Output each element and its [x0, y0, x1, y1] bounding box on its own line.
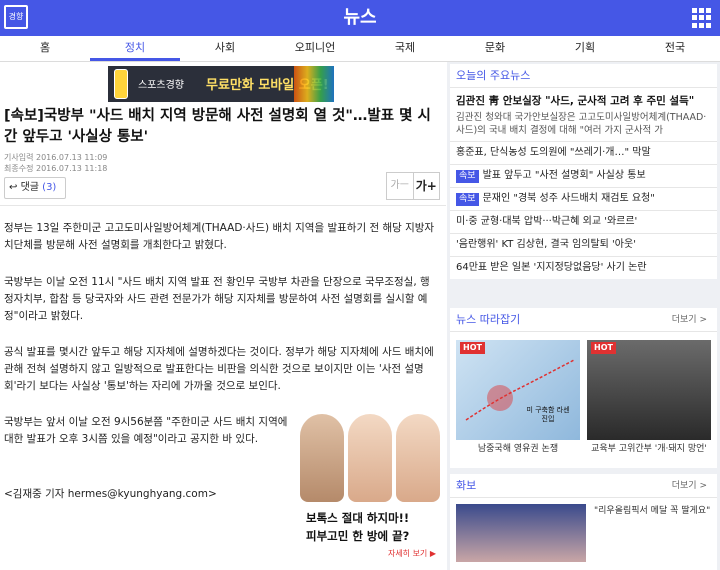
comment-count: (3) — [42, 182, 57, 193]
tab-culture[interactable]: 문화 — [450, 36, 540, 61]
tab-home[interactable]: 홈 — [0, 36, 90, 61]
photo-caption: "리우올림픽서 메달 꼭 딸게요" — [594, 506, 711, 516]
main-news-box: 오늘의 주요뉴스 김관진 靑 안보실장 "사드, 군사적 고려 후 주민 설득"… — [450, 64, 717, 279]
route-lines — [465, 359, 575, 421]
map-thumbnail: HOT 미 구축함 라센 진입 — [456, 340, 580, 440]
comment-label: 댓글 — [20, 182, 39, 193]
banner-brand: 스포츠경향 — [138, 80, 184, 91]
news-item[interactable]: 64만표 받은 일본 '지지정당없음당' 사기 논란 — [450, 256, 717, 279]
ad-cta-link[interactable]: 자세히 보기 ▶ — [388, 548, 436, 559]
tab-politics[interactable]: 정치 — [90, 36, 180, 61]
comment-button[interactable]: ↩ 댓글 (3) — [4, 177, 66, 199]
photo-thumbnail — [456, 504, 586, 562]
article-byline: <김재중 기자 hermes@kyunghyang.com> — [4, 488, 217, 500]
news-item[interactable]: 홍준표, 단식농성 도의원에 "쓰레기·개…" 막말 — [450, 141, 717, 164]
photo-more-link[interactable]: 더보기 > — [672, 474, 707, 498]
apps-grid-icon[interactable] — [692, 8, 712, 28]
article-paragraph: 국방부는 앞서 이날 오전 9시56분쯤 "주한미군 사드 배치 지역에 대한 … — [4, 416, 288, 445]
follow-item[interactable]: HOT 교육부 고위간부 '개·돼지 망언' — [587, 340, 711, 458]
news-item-text: '음란행위' KT 김상현, 결국 임의탈퇴 '아웃' — [456, 239, 636, 250]
news-item-text: 발표 앞두고 "사전 설명회" 사실상 통보 — [482, 170, 646, 181]
face-image — [348, 414, 392, 502]
news-item[interactable]: 속보 발표 앞두고 "사전 설명회" 사실상 통보 — [450, 164, 717, 187]
ad-line-1: 보톡스 절대 하지마!! — [306, 511, 410, 525]
news-item[interactable]: 미·중 균형·대북 압박···박근혜 외교 '와르르' — [450, 210, 717, 233]
tab-society[interactable]: 사회 — [180, 36, 270, 61]
follow-item[interactable]: HOT 미 구축함 라센 진입 남중국해 영유권 논쟁 — [456, 340, 580, 458]
modified-date: 최종수정 2016.07.13 11:18 — [4, 164, 108, 173]
photo-box: 화보 더보기 > "리우올림픽서 메달 꼭 딸게요" — [450, 474, 717, 570]
face-image — [300, 414, 344, 502]
news-item[interactable]: '음란행위' KT 김상현, 결국 임의탈퇴 '아웃' — [450, 233, 717, 256]
font-decrease-button[interactable]: 가ㅡ — [387, 173, 414, 199]
follow-news-header: 뉴스 따라잡기 더보기 > — [450, 308, 717, 332]
article-paragraph: 정부는 13일 주한미군 고고도미사일방어체계(THAAD·사드) 배치 지역을… — [4, 222, 435, 251]
follow-caption: 교육부 고위간부 '개·돼지 망언' — [591, 444, 707, 454]
tab-planning[interactable]: 기획 — [540, 36, 630, 61]
main-headline-link[interactable]: 김관진 靑 안보실장 "사드, 군사적 고려 후 주민 설득" — [450, 88, 717, 108]
news-item[interactable]: 속보 문재인 "경북 성주 사드배치 재검토 요청" — [450, 187, 717, 210]
follow-news-title: 뉴스 따라잡기 — [456, 313, 521, 326]
top-bar: 경향 뉴스 — [0, 0, 720, 36]
sidebar: 오늘의 주요뉴스 김관진 靑 안보실장 "사드, 군사적 고려 후 주민 설득"… — [447, 62, 720, 570]
phone-icon — [114, 69, 128, 99]
news-item-text: 문재인 "경북 성주 사드배치 재검토 요청" — [482, 193, 655, 204]
banner-decoration — [294, 66, 334, 102]
tab-international[interactable]: 국제 — [360, 36, 450, 61]
follow-news-box: 뉴스 따라잡기 더보기 > HOT 미 구축함 라센 진입 남중국해 영유권 논… — [450, 308, 717, 468]
follow-caption: 남중국해 영유권 논쟁 — [477, 444, 559, 454]
font-size-control: 가ㅡ 가+ — [386, 172, 440, 200]
map-label: 미 구축함 라센 진입 — [526, 406, 570, 423]
breaking-badge: 속보 — [456, 193, 479, 206]
published-date: 기사입력 2016.07.13 11:09 — [4, 153, 108, 162]
skin-care-ad[interactable]: 보톡스 절대 하지마!! 피부고민 한 방에 끝? 자세히 보기 ▶ — [300, 414, 440, 564]
section-tabs: 홈 정치 사회 오피니언 국제 문화 기획 전국 — [0, 36, 720, 62]
main-headline-summary[interactable]: 김관진 청와대 국가안보실장은 고고도미사일방어체계(THAAD·사드)의 국내… — [450, 108, 717, 141]
person-thumbnail: HOT — [587, 340, 711, 440]
reply-arrow-icon: ↩ — [9, 182, 18, 193]
photo-item[interactable]: "리우올림픽서 메달 꼭 딸게요" — [450, 498, 717, 562]
article-paragraph: 공식 발표를 몇시간 앞두고 해당 지자체에 설명하겠다는 것이다. 정부가 해… — [4, 346, 434, 392]
main-news-header: 오늘의 주요뉴스 — [450, 64, 717, 88]
news-item-text: 64만표 받은 일본 '지지정당없음당' 사기 논란 — [456, 262, 647, 273]
photo-title: 화보 — [456, 479, 477, 492]
article-column: 스포츠경향 무료만화 모바일 오픈! [속보]국방부 "사드 배치 지역 방문해… — [0, 62, 446, 570]
tab-opinion[interactable]: 오피니언 — [270, 36, 360, 61]
ad-line-2: 피부고민 한 방에 끝? — [306, 529, 410, 543]
ad-image — [300, 414, 440, 502]
news-item-text: 홍준표, 단식농성 도의원에 "쓰레기·개…" 막말 — [456, 147, 651, 158]
article-title: [속보]국방부 "사드 배치 지역 방문해 사전 설명회 열 것"…발표 몇 시… — [4, 108, 431, 145]
ad-banner[interactable]: 스포츠경향 무료만화 모바일 오픈! — [108, 66, 334, 102]
news-item-text: 미·중 균형·대북 압박···박근혜 외교 '와르르' — [456, 216, 638, 227]
breaking-badge: 속보 — [456, 170, 479, 183]
font-increase-button[interactable]: 가+ — [414, 173, 440, 199]
divider — [0, 205, 446, 206]
article-paragraph: 국방부는 이날 오전 11시 "사드 배치 지역 발표 전 황인무 국방부 차관… — [4, 276, 430, 322]
page-title: 뉴스 — [343, 7, 377, 28]
hot-badge: HOT — [591, 342, 616, 354]
tab-national[interactable]: 전국 — [630, 36, 720, 61]
face-image — [396, 414, 440, 502]
follow-more-link[interactable]: 더보기 > — [672, 308, 707, 332]
photo-header: 화보 더보기 > — [450, 474, 717, 498]
